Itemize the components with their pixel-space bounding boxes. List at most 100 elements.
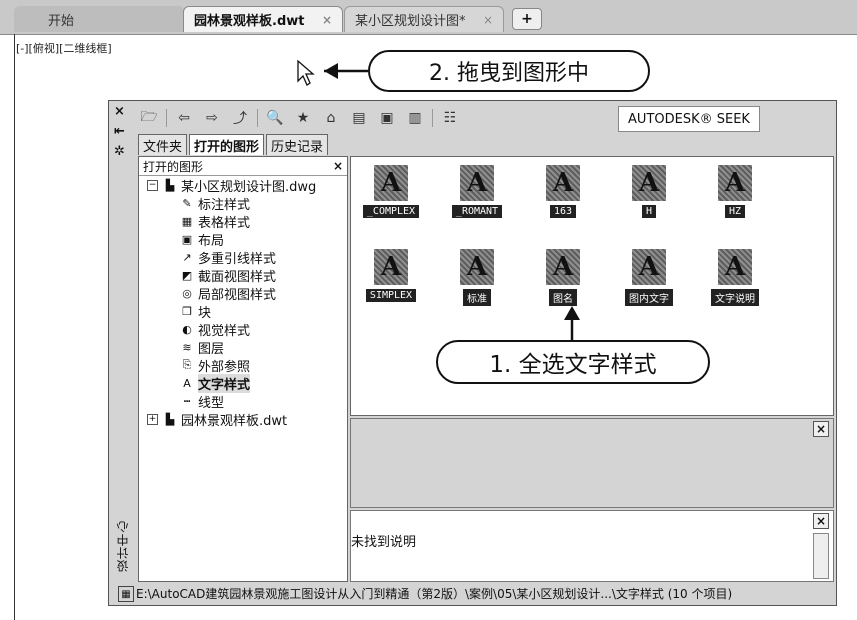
tab-residential-plan[interactable]: 某小区规划设计图* × xyxy=(344,6,504,32)
preview-icon[interactable]: ▣ xyxy=(376,107,398,129)
tree-item[interactable]: ◐ 视觉样式 xyxy=(179,321,251,339)
text-style-item[interactable]: A 图内文字 xyxy=(617,249,681,311)
text-style-icon: A xyxy=(374,165,408,201)
tree-item[interactable]: ⎘ 外部参照 xyxy=(179,357,251,375)
tree-node-icon: ⎘ xyxy=(182,358,192,371)
tree-item[interactable]: ◎ 局部视图样式 xyxy=(179,285,277,303)
tree-item-label: 截面视图样式 xyxy=(198,269,277,285)
panel-autohide-icon[interactable]: ⇤ xyxy=(114,124,125,139)
tree-node-icon: ≋ xyxy=(182,340,192,354)
tab-folders[interactable]: 文件夹 xyxy=(138,134,188,155)
drawing-file-icon: ▙ xyxy=(165,178,175,192)
drag-callout: 2. 拖曳到图形中 xyxy=(368,50,650,92)
text-style-item[interactable]: A 图名 xyxy=(531,249,595,311)
status-icon: ▦ xyxy=(118,586,134,602)
text-style-icon: A xyxy=(546,249,580,285)
text-style-item[interactable]: A _COMPLEX xyxy=(359,165,423,227)
panel-tabs: 文件夹 打开的图形 历史记录 xyxy=(138,134,330,155)
back-icon[interactable]: ⇦ xyxy=(173,107,195,129)
favorites-icon[interactable]: ★ xyxy=(292,107,314,129)
close-description-icon[interactable]: × xyxy=(813,513,829,529)
text-style-item[interactable]: AH xyxy=(617,165,681,227)
seek-button[interactable]: AUTODESK® SEEK xyxy=(618,106,760,132)
text-style-item[interactable]: A 163 xyxy=(531,165,595,227)
file-tab-bar: 开始 园林景观样板.dwt × 某小区规划设计图* × + xyxy=(0,0,857,35)
tree-item[interactable]: + ▙ 园林景观样板.dwt xyxy=(147,411,287,429)
text-style-label: HZ xyxy=(724,205,746,218)
tab-garden-template[interactable]: 园林景观样板.dwt × xyxy=(183,6,343,32)
tab-start[interactable]: 开始 xyxy=(14,6,184,32)
tree-node-icon: ✎ xyxy=(182,196,192,210)
tree-item-label: 图层 xyxy=(198,341,225,357)
new-tab-button[interactable]: + xyxy=(512,8,542,30)
tree-item[interactable]: ▦ 表格样式 xyxy=(179,213,250,231)
tree-node-icon: ◎ xyxy=(182,286,192,300)
tree-toggle-icon[interactable]: ▤ xyxy=(348,107,370,129)
description-scrollbar[interactable] xyxy=(813,533,829,579)
tree-item-label: 标注样式 xyxy=(198,197,251,213)
close-icon[interactable]: × xyxy=(322,13,332,27)
forward-icon[interactable]: ⇨ xyxy=(201,107,223,129)
text-style-icon: A xyxy=(718,249,752,285)
text-style-label: 163 xyxy=(549,205,577,218)
tree-node-icon: ❒ xyxy=(182,304,192,318)
tree-view: 打开的图形 × − ▙ 某小区规划设计图.dwg ✎ 标注样式 ▦ 表格样式 ▣ 布局 ↗ 多重引线… xyxy=(138,156,348,582)
text-style-item[interactable]: A _ROMANT xyxy=(445,165,509,227)
select-arrow-annotation xyxy=(564,306,580,342)
home-icon[interactable]: ⌂ xyxy=(320,107,342,129)
tree-node-icon: ▦ xyxy=(181,214,193,228)
text-style-item[interactable]: A 标准 xyxy=(445,249,509,311)
design-center-toolbar: 🗁 ⇦ ⇨ ⤴ 🔍 ★ ⌂ ▤ ▣ ▥ ☷ xyxy=(138,106,698,130)
text-style-item[interactable]: A SIMPLEX xyxy=(359,249,423,311)
tab-history[interactable]: 历史记录 xyxy=(266,134,329,155)
tab-open-drawings[interactable]: 打开的图形 xyxy=(189,134,265,155)
text-style-item[interactable]: A HZ xyxy=(703,165,767,227)
tree-node-icon: ▣ xyxy=(181,232,193,246)
tree-item[interactable]: − ▙ 某小区规划设计图.dwg xyxy=(147,177,317,195)
tree-node-icon: ◩ xyxy=(181,268,193,282)
viewport-label[interactable]: [-][俯视][二维线框] xyxy=(16,40,112,56)
preview-pane: × xyxy=(350,418,834,508)
tree-item[interactable]: ↗ 多重引线样式 xyxy=(179,249,277,267)
up-folder-icon[interactable]: ⤴ xyxy=(229,107,251,129)
text-style-label: SIMPLEX xyxy=(365,289,417,302)
text-style-label: 图内文字 xyxy=(625,289,673,306)
text-style-icon: A xyxy=(546,165,580,201)
text-style-item[interactable]: A 文字说明 xyxy=(703,249,767,311)
expander-icon[interactable]: − xyxy=(147,179,158,191)
description-pane: 未找到说明 × xyxy=(350,510,834,582)
tree-item[interactable]: ┅ 线型 xyxy=(179,393,224,411)
drag-arrow-annotation xyxy=(297,59,368,86)
tree-header: 打开的图形 × xyxy=(139,157,347,176)
tree-item-label: 某小区规划设计图.dwg xyxy=(181,179,317,195)
select-callout: 1. 全选文字样式 xyxy=(436,340,710,384)
tree-node-icon: ┅ xyxy=(183,394,191,408)
text-style-label: H xyxy=(641,205,657,218)
tree-item-label: 布局 xyxy=(198,233,225,249)
tree-item[interactable]: ◩ 截面视图样式 xyxy=(179,267,277,285)
tree-item-label: 多重引线样式 xyxy=(198,251,277,267)
views-icon[interactable]: ☷ xyxy=(439,107,461,129)
close-icon[interactable]: × xyxy=(483,13,493,27)
tree-item-label: 视觉样式 xyxy=(198,323,251,339)
text-style-label: _COMPLEX xyxy=(362,205,420,218)
description-icon[interactable]: ▥ xyxy=(404,107,426,129)
text-style-icon: A xyxy=(460,249,494,285)
tree-node-icon: A xyxy=(183,376,191,390)
tree-item-label: 外部参照 xyxy=(198,359,251,375)
tree-item[interactable]: ✎ 标注样式 xyxy=(179,195,251,213)
tree-item[interactable]: ❒ 块 xyxy=(179,303,211,321)
open-folder-icon[interactable]: 🗁 xyxy=(138,107,160,129)
text-style-icon: A xyxy=(632,249,666,285)
close-preview-icon[interactable]: × xyxy=(813,421,829,437)
tree-item[interactable]: A 文字样式 xyxy=(179,373,251,393)
tree-item[interactable]: ≋ 图层 xyxy=(179,339,225,357)
tree-item-label: 局部视图样式 xyxy=(198,287,277,303)
panel-properties-icon[interactable]: ✲ xyxy=(114,144,125,159)
search-icon[interactable]: 🔍 xyxy=(264,107,286,129)
expander-icon[interactable]: + xyxy=(147,413,158,425)
close-icon[interactable]: × xyxy=(333,159,343,173)
panel-close-icon[interactable]: × xyxy=(114,104,125,119)
tree-item[interactable]: ▣ 布局 xyxy=(179,231,225,249)
status-path: E:\AutoCAD建筑园林景观施工图设计从入门到精通（第2版）\案例\05\某… xyxy=(136,586,733,601)
